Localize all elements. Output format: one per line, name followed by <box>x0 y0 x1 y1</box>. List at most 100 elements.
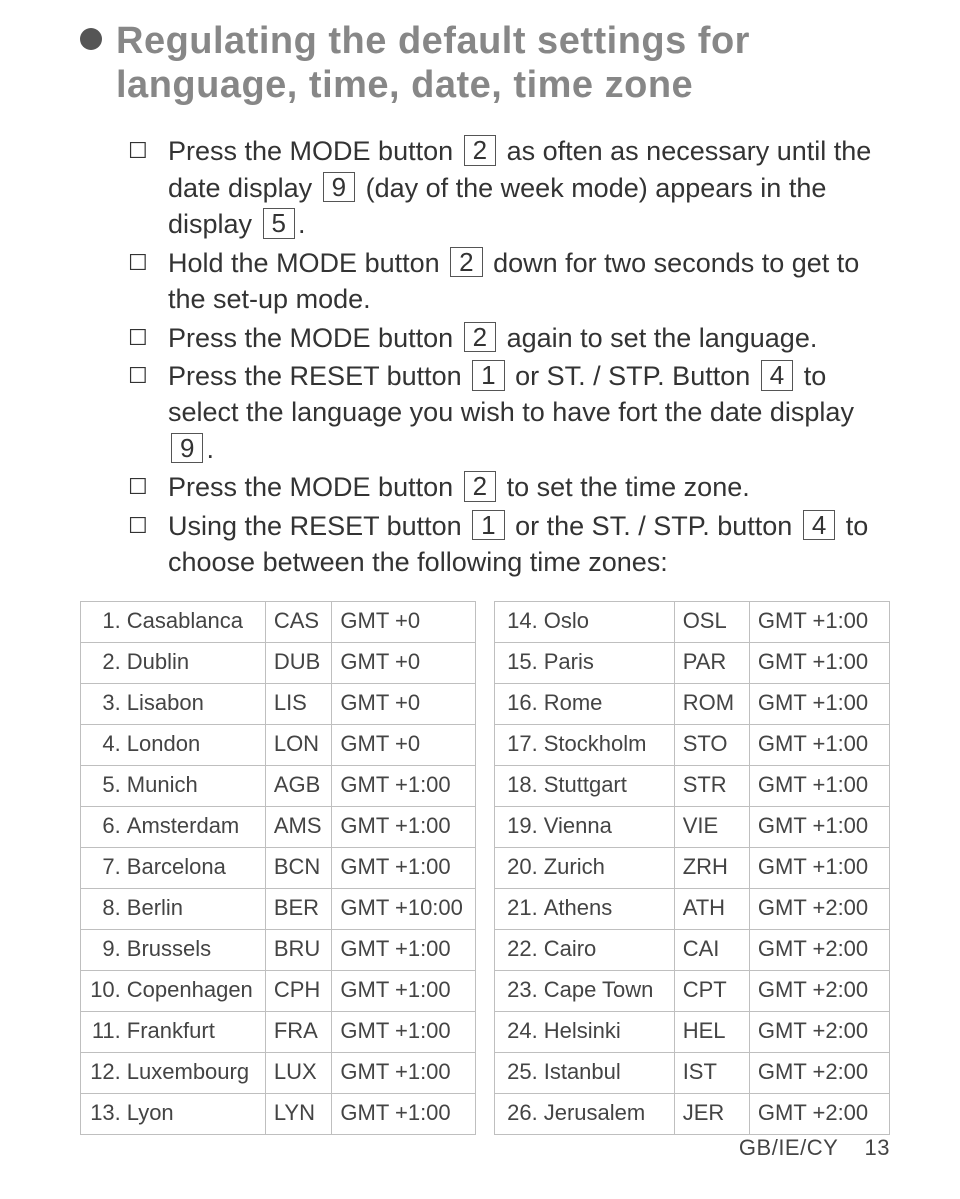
city-code: BRU <box>265 929 332 970</box>
gmt-offset: GMT +1:00 <box>332 1011 476 1052</box>
gmt-offset: GMT +2:00 <box>749 1093 889 1134</box>
row-number: 6. <box>81 806 123 847</box>
row-number: 17. <box>495 724 540 765</box>
city-name: Dublin <box>123 642 266 683</box>
table-row: 14. OsloOSLGMT +1:00 <box>495 601 890 642</box>
section-heading: Regulating the default settings for lang… <box>116 20 890 107</box>
gmt-offset: GMT +1:00 <box>749 806 889 847</box>
row-number: 13. <box>81 1093 123 1134</box>
gmt-offset: GMT +0 <box>332 601 476 642</box>
row-number: 15. <box>495 642 540 683</box>
instruction-item: ☐Using the RESET button 1 or the ST. / S… <box>128 508 880 581</box>
instruction-text: Press the MODE button 2 again to set the… <box>168 320 880 356</box>
heading-row: Regulating the default settings for lang… <box>80 20 890 107</box>
bullet-marker: ☐ <box>128 508 168 543</box>
city-name: Jerusalem <box>540 1093 674 1134</box>
table-row: 22. CairoCAIGMT +2:00 <box>495 929 890 970</box>
table-row: 16. RomeROMGMT +1:00 <box>495 683 890 724</box>
city-name: Helsinki <box>540 1011 674 1052</box>
table-row: 17. StockholmSTOGMT +1:00 <box>495 724 890 765</box>
gmt-offset: GMT +10:00 <box>332 888 476 929</box>
page-footer: GB/IE/CY 13 <box>80 1135 890 1161</box>
row-number: 23. <box>495 970 540 1011</box>
row-number: 26. <box>495 1093 540 1134</box>
table-row: 1. CasablancaCASGMT +0 <box>81 601 476 642</box>
city-name: London <box>123 724 266 765</box>
row-number: 4. <box>81 724 123 765</box>
instruction-text: Press the RESET button 1 or ST. / STP. B… <box>168 358 880 467</box>
table-row: 19. ViennaVIEGMT +1:00 <box>495 806 890 847</box>
instruction-text: Hold the MODE button 2 down for two seco… <box>168 245 880 318</box>
table-row: 15. ParisPARGMT +1:00 <box>495 642 890 683</box>
gmt-offset: GMT +2:00 <box>749 1011 889 1052</box>
city-name: Lyon <box>123 1093 266 1134</box>
city-code: ZRH <box>674 847 749 888</box>
bullet-marker: ☐ <box>128 133 168 168</box>
city-code: CAS <box>265 601 332 642</box>
gmt-offset: GMT +0 <box>332 642 476 683</box>
city-code: HEL <box>674 1011 749 1052</box>
gmt-offset: GMT +1:00 <box>332 806 476 847</box>
instruction-item: ☐Press the MODE button 2 again to set th… <box>128 320 880 356</box>
city-code: PAR <box>674 642 749 683</box>
key-reference: 9 <box>323 172 355 203</box>
city-code: STO <box>674 724 749 765</box>
gmt-offset: GMT +2:00 <box>749 970 889 1011</box>
table-row: 11. FrankfurtFRAGMT +1:00 <box>81 1011 476 1052</box>
city-name: Vienna <box>540 806 674 847</box>
instruction-item: ☐Press the MODE button 2 to set the time… <box>128 469 880 505</box>
row-number: 14. <box>495 601 540 642</box>
table-row: 23. Cape TownCPTGMT +2:00 <box>495 970 890 1011</box>
city-code: STR <box>674 765 749 806</box>
city-code: CPT <box>674 970 749 1011</box>
table-row: 20. ZurichZRHGMT +1:00 <box>495 847 890 888</box>
gmt-offset: GMT +1:00 <box>332 1093 476 1134</box>
city-name: Munich <box>123 765 266 806</box>
table-row: 2. DublinDUBGMT +0 <box>81 642 476 683</box>
key-reference: 4 <box>803 510 835 541</box>
gmt-offset: GMT +1:00 <box>749 765 889 806</box>
gmt-offset: GMT +0 <box>332 683 476 724</box>
gmt-offset: GMT +1:00 <box>332 1052 476 1093</box>
instruction-text: Press the MODE button 2 to set the time … <box>168 469 880 505</box>
city-name: Zurich <box>540 847 674 888</box>
instruction-item: ☐Press the MODE button 2 as often as nec… <box>128 133 880 242</box>
instruction-item: ☐Press the RESET button 1 or ST. / STP. … <box>128 358 880 467</box>
instruction-text: Press the MODE button 2 as often as nece… <box>168 133 880 242</box>
row-number: 22. <box>495 929 540 970</box>
row-number: 21. <box>495 888 540 929</box>
footer-page-number: 13 <box>865 1135 890 1161</box>
footer-label: GB/IE/CY <box>739 1135 838 1160</box>
gmt-offset: GMT +1:00 <box>749 642 889 683</box>
city-code: BCN <box>265 847 332 888</box>
page: Regulating the default settings for lang… <box>0 0 960 1199</box>
table-row: 25. IstanbulISTGMT +2:00 <box>495 1052 890 1093</box>
table-row: 26. JerusalemJERGMT +2:00 <box>495 1093 890 1134</box>
row-number: 12. <box>81 1052 123 1093</box>
city-code: FRA <box>265 1011 332 1052</box>
table-row: 7. BarcelonaBCNGMT +1:00 <box>81 847 476 888</box>
instruction-item: ☐Hold the MODE button 2 down for two sec… <box>128 245 880 318</box>
timezone-table-left: 1. CasablancaCASGMT +02. DublinDUBGMT +0… <box>80 601 476 1135</box>
city-name: Frankfurt <box>123 1011 266 1052</box>
city-name: Cape Town <box>540 970 674 1011</box>
row-number: 11. <box>81 1011 123 1052</box>
table-row: 13. LyonLYNGMT +1:00 <box>81 1093 476 1134</box>
city-code: LYN <box>265 1093 332 1134</box>
city-name: Oslo <box>540 601 674 642</box>
row-number: 9. <box>81 929 123 970</box>
row-number: 5. <box>81 765 123 806</box>
row-number: 16. <box>495 683 540 724</box>
bullet-marker: ☐ <box>128 320 168 355</box>
key-reference: 4 <box>761 360 793 391</box>
gmt-offset: GMT +1:00 <box>749 683 889 724</box>
gmt-offset: GMT +1:00 <box>749 847 889 888</box>
city-name: Barcelona <box>123 847 266 888</box>
key-reference: 1 <box>472 360 504 391</box>
city-code: ROM <box>674 683 749 724</box>
bullet-icon <box>80 28 102 50</box>
row-number: 3. <box>81 683 123 724</box>
city-name: Berlin <box>123 888 266 929</box>
city-code: DUB <box>265 642 332 683</box>
row-number: 10. <box>81 970 123 1011</box>
